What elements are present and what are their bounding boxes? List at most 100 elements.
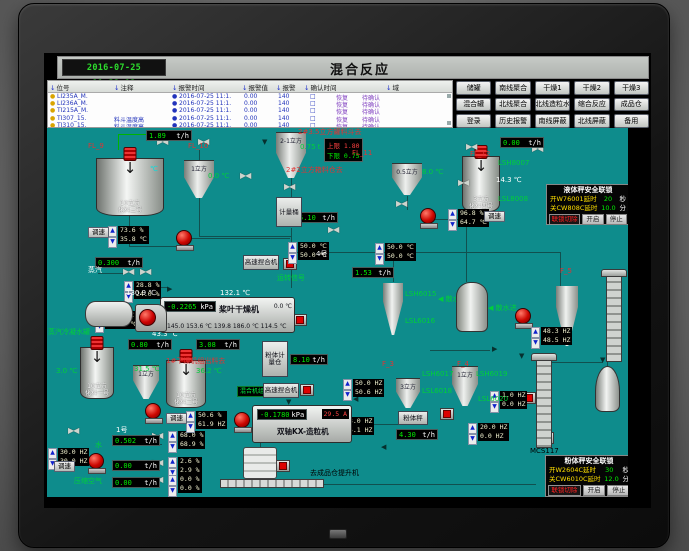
display-value: 3.08 — [199, 341, 216, 349]
increment-button[interactable]: ▲ — [48, 448, 57, 459]
nav-button-2-4[interactable]: 备用 — [614, 114, 649, 128]
pump-base — [145, 418, 163, 424]
display-value: 0.00 — [115, 479, 132, 487]
nav-button-1-3[interactable]: 缩合反应 — [574, 98, 609, 112]
alarm-column-header[interactable]: ↓域 — [386, 82, 399, 92]
increment-button[interactable]: ▲ — [168, 475, 177, 486]
nav-button-0-3[interactable]: 干燥2 — [574, 81, 609, 95]
alarm-tag: TI215A_M. — [57, 107, 88, 114]
table-scroll-up[interactable] — [447, 94, 451, 98]
pump-icon — [145, 403, 161, 424]
speed-control-button[interactable]: 调速 — [88, 227, 109, 238]
interlock-start-button[interactable]: 开启 — [583, 485, 606, 496]
speed-control-button[interactable]: 调速 — [54, 461, 75, 472]
nav-button-1-0[interactable]: 混合罐 — [456, 98, 491, 112]
clock-icon: ● — [172, 100, 177, 107]
increment-button[interactable]: ▲ — [168, 457, 177, 468]
updown-readout: ▲▼0.0 %0.0 % — [168, 475, 202, 497]
readout-top: 48.3 HZ — [541, 327, 572, 336]
increment-button[interactable]: ▲ — [168, 431, 177, 442]
sort-icon: ↓ — [276, 84, 281, 92]
decrement-button[interactable]: ▼ — [375, 254, 384, 265]
alarm-column-header[interactable]: ↓报警 — [276, 82, 295, 92]
decrement-button[interactable]: ▼ — [168, 486, 177, 497]
nav-button-0-1[interactable]: 南线聚合 — [495, 81, 530, 95]
decrement-button[interactable]: ▼ — [288, 253, 297, 264]
updown-readout: ▲▼50.6 %61.9 HZ — [186, 411, 227, 433]
nav-button-2-2[interactable]: 南线屏蔽 — [535, 114, 570, 128]
nav-button-0-2[interactable]: 干燥1 — [535, 81, 570, 95]
nav-button-0-0[interactable]: 储罐 — [456, 81, 491, 95]
decrement-button[interactable]: ▼ — [490, 402, 499, 413]
decrement-button[interactable]: ▼ — [186, 422, 195, 433]
tank-label: 10立方化料三号 — [97, 200, 163, 214]
increment-button[interactable]: ▲ — [468, 423, 477, 434]
interlock-row: 开W76001延时20秒 — [547, 195, 628, 204]
speed-control-button[interactable]: 调速 — [166, 413, 187, 424]
alarm-row[interactable]: ●LI236A_M.●2016-07-25 11:1.0.00140□恢复待确认 — [48, 100, 452, 107]
decrement-button[interactable]: ▼ — [468, 434, 477, 445]
motor-icon — [440, 408, 454, 420]
alarm-column-header[interactable]: ↓报警值 — [242, 82, 268, 92]
interlock-stop-button[interactable]: 停止 — [606, 214, 627, 225]
buffer-drum — [243, 447, 277, 479]
alarm-column-header[interactable]: ↓确认时间 — [304, 82, 336, 92]
increment-button[interactable]: ▲ — [448, 209, 457, 220]
value-display: 0.300t/h — [95, 257, 143, 268]
display-unit: t/h — [127, 259, 140, 267]
mimic-label: F_5 — [560, 267, 572, 275]
decrement-button[interactable]: ▼ — [343, 390, 352, 401]
display-value: 0.00 — [115, 462, 132, 470]
display-value: 1.53 — [355, 269, 372, 277]
value-display: 0.00t/h — [112, 460, 160, 471]
readout-bottom: 2.9 % — [178, 466, 202, 475]
alarm-row[interactable]: ●TI307_15.料斗温度高●2016-07-25 11:1.0.00140□… — [48, 115, 452, 122]
sort-icon: ↓ — [172, 84, 177, 92]
interlock-cutout-button[interactable]: 联锁切除 — [548, 485, 581, 496]
monitor-power-button[interactable] — [329, 529, 347, 539]
alarm-time: 2016-07-25 11:1. — [179, 115, 231, 122]
alarm-column-header[interactable]: ↓注释 — [114, 82, 133, 92]
mimic-label: LSH6015 — [405, 290, 436, 298]
alarm-row[interactable]: ●LI235A_M.●2016-07-25 11:1.0.00140□恢复待确认 — [48, 93, 452, 100]
mimic-label: FL_11 — [352, 149, 372, 157]
increment-button[interactable]: ▲ — [186, 411, 195, 422]
decrement-button[interactable]: ▼ — [448, 220, 457, 231]
increment-button[interactable]: ▲ — [288, 242, 297, 253]
alarm-column-header[interactable]: ↓报警时间 — [172, 82, 204, 92]
nav-button-1-4[interactable]: 成品仓 — [614, 98, 649, 112]
display-unit: t/h — [144, 437, 157, 445]
alarm-column-header[interactable]: ↓位号 — [50, 82, 69, 92]
flow-arrow-icon: ▶ — [492, 346, 497, 353]
alarm-table[interactable]: ↓位号 ↓注释 ↓报警时间 ↓报警值 ↓报警 ↓确认时间 ↓域●LI235A_M.●2016… — [47, 80, 453, 128]
alarm-row[interactable]: ●TI215A_M.●2016-07-25 11:1.0.00140□恢复待确认 — [48, 107, 452, 114]
nav-button-1-2[interactable]: 北线造粒水 — [535, 98, 570, 112]
nav-button-2-0[interactable]: 登录 — [456, 114, 491, 128]
decrement-button[interactable]: ▼ — [531, 338, 540, 349]
updown-readout: ▲▼50.0 ℃50.0 ℃ — [375, 243, 416, 265]
increment-button[interactable]: ▲ — [343, 379, 352, 390]
speed-control-button[interactable]: 调速 — [484, 211, 505, 222]
interlock-cutout-button[interactable]: 联锁切除 — [549, 214, 580, 225]
increment-button[interactable]: ▲ — [375, 243, 384, 254]
nav-button-0-4[interactable]: 干燥3 — [614, 81, 649, 95]
mimic-label: ◀ 散水进 — [488, 304, 517, 312]
pipe-segment — [199, 236, 291, 237]
interlock-stop-button[interactable]: 停止 — [607, 485, 628, 496]
interlock-row: 开W2604C延时30秒 — [546, 466, 628, 475]
pump-icon — [88, 453, 104, 474]
decrement-button[interactable]: ▼ — [168, 442, 177, 453]
decrement-button[interactable]: ▼ — [108, 237, 117, 248]
nav-button-2-1[interactable]: 历史报警 — [495, 114, 530, 128]
interlock-panel: 液体秤安全联锁开W76001延时20秒关CW808C延时10.0分联锁切除开启停… — [546, 184, 628, 225]
increment-button[interactable]: ▲ — [531, 327, 540, 338]
sort-icon: ↓ — [304, 84, 309, 92]
mimic-label: 蒸汽冷凝水罐 — [48, 328, 90, 336]
nav-button-2-3[interactable]: 北线屏蔽 — [574, 114, 609, 128]
pump-impeller-icon — [145, 403, 161, 419]
nav-button-1-1[interactable]: 北线聚合 — [495, 98, 530, 112]
display-unit: t/h — [156, 341, 169, 349]
interlock-start-button[interactable]: 开启 — [582, 214, 603, 225]
table-scroll-down[interactable] — [447, 121, 451, 125]
increment-button[interactable]: ▲ — [108, 226, 117, 237]
